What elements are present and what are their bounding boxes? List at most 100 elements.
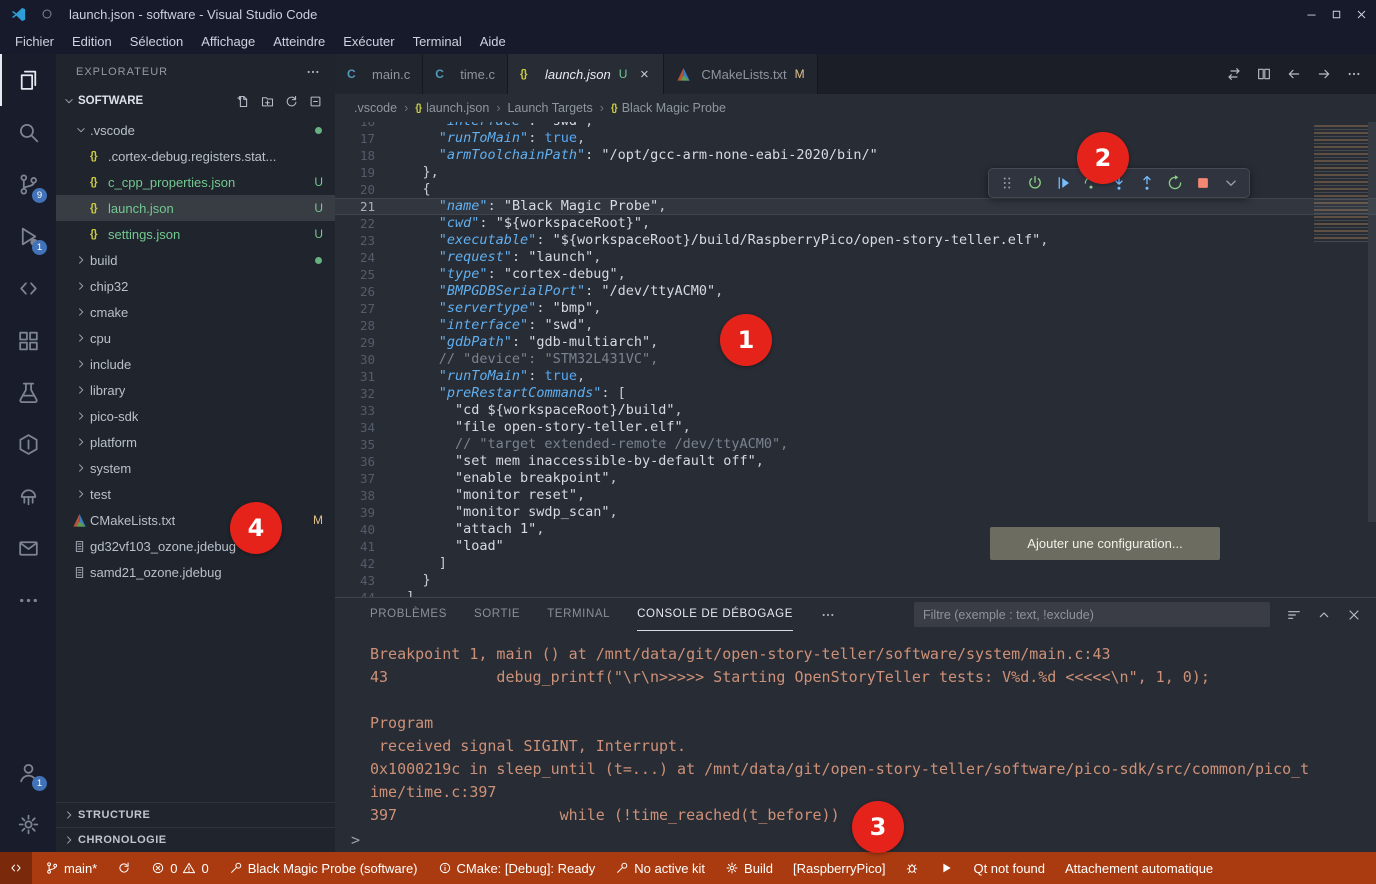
output-options-icon[interactable] [1286, 607, 1302, 623]
tree-item-chip32[interactable]: chip32 [56, 273, 335, 299]
menu-aide[interactable]: Aide [471, 34, 515, 49]
status-auto-attach[interactable]: Attachement automatique [1055, 852, 1223, 884]
more-panel-tabs-icon[interactable] [820, 607, 836, 623]
menu-fichier[interactable]: Fichier [6, 34, 63, 49]
reset-button[interactable] [1022, 170, 1048, 196]
tree-item-c-cpp-properties-json[interactable]: {}c_cpp_properties.jsonU [56, 169, 335, 195]
menu-edition[interactable]: Edition [63, 34, 121, 49]
activity-run-and-debug[interactable]: 1 [0, 210, 56, 262]
minimize-button[interactable] [1299, 0, 1324, 28]
tree-item-platform[interactable]: platform [56, 429, 335, 455]
tree-item-gd32vf103-ozone-jdebug[interactable]: gd32vf103_ozone.jdebug [56, 533, 335, 559]
tree-item-cmake[interactable]: cmake [56, 299, 335, 325]
activity-manage[interactable] [0, 798, 56, 850]
menu-atteindre[interactable]: Atteindre [264, 34, 334, 49]
tree-item-pico-sdk[interactable]: pico-sdk [56, 403, 335, 429]
menu-s-lection[interactable]: Sélection [121, 34, 192, 49]
toggle-layout-icon[interactable] [1226, 66, 1242, 82]
panel-tab-console-de-d-bogage[interactable]: CONSOLE DE DÉBOGAGE [637, 598, 793, 631]
activity-remote-explorer[interactable] [0, 262, 56, 314]
breadcrumb-item-black-magic-probe[interactable]: {}Black Magic Probe [611, 101, 726, 115]
panel-tab-terminal[interactable]: TERMINAL [547, 598, 610, 631]
status-run-target[interactable] [929, 852, 963, 884]
split-editor-icon[interactable] [1256, 66, 1272, 82]
breadcrumb-item-vscode[interactable]: .vscode [354, 101, 397, 115]
stop-button[interactable] [1190, 170, 1216, 196]
close-icon[interactable]: × [637, 66, 651, 83]
tree-item-cortex-debug-registers-stat[interactable]: {}.cortex-debug.registers.stat... [56, 143, 335, 169]
status-debug-target[interactable] [895, 852, 929, 884]
activity-extension-view-a[interactable] [0, 418, 56, 470]
tree-item-cpu[interactable]: cpu [56, 325, 335, 351]
close-panel-icon[interactable] [1346, 607, 1362, 623]
breadcrumb-item-launch-targets[interactable]: Launch Targets [507, 101, 592, 115]
new-file-icon[interactable] [236, 94, 251, 109]
collapse-all-icon[interactable] [308, 94, 323, 109]
status-cmake-status[interactable]: CMake: [Debug]: Ready [428, 852, 606, 884]
tree-item-settings-json[interactable]: {}settings.jsonU [56, 221, 335, 247]
status-git-branch[interactable]: main* [35, 852, 107, 884]
menu-ex-cuter[interactable]: Exécuter [334, 34, 403, 49]
activity-extensions[interactable] [0, 314, 56, 366]
filter-input[interactable] [914, 602, 1270, 627]
close-window-button[interactable] [1349, 0, 1374, 28]
status-cmake-kit[interactable]: No active kit [605, 852, 715, 884]
tree-item-library[interactable]: library [56, 377, 335, 403]
tree-item-include[interactable]: include [56, 351, 335, 377]
code-editor[interactable]: 16 "interface": "swd",17 "runToMain": tr… [335, 122, 1376, 597]
minimap[interactable] [1314, 122, 1368, 597]
section-structure[interactable]: STRUCTURE [56, 802, 335, 827]
status-debug-configuration[interactable]: Black Magic Probe (software) [219, 852, 428, 884]
tree-item-system[interactable]: system [56, 455, 335, 481]
activity-accounts[interactable]: 1 [0, 746, 56, 798]
more-debug-button[interactable] [1218, 170, 1244, 196]
status-remote-indicator[interactable] [0, 852, 32, 884]
tab-main-c[interactable]: Cmain.c [335, 54, 423, 94]
more-actions-icon[interactable] [305, 64, 321, 80]
maximize-button[interactable] [1324, 0, 1349, 28]
menu-affichage[interactable]: Affichage [192, 34, 264, 49]
status-launch-target[interactable]: [RaspberryPico] [783, 852, 895, 884]
tree-item-vscode[interactable]: .vscode [56, 117, 335, 143]
activity-extension-view-b[interactable] [0, 470, 56, 522]
add-configuration-button[interactable]: Ajouter une configuration... [990, 527, 1220, 560]
section-header-software[interactable]: SOFTWARE [56, 89, 335, 113]
tree-item-cmakelists-txt[interactable]: CMakeLists.txtM [56, 507, 335, 533]
panel-tab-probl-mes[interactable]: PROBLÈMES [370, 598, 447, 631]
activity-source-control[interactable]: 9 [0, 158, 56, 210]
continue-button[interactable] [1050, 170, 1076, 196]
refresh-icon[interactable] [284, 94, 299, 109]
step-out-button[interactable] [1134, 170, 1160, 196]
tree-item-label: cpu [90, 331, 111, 346]
tab-time-c[interactable]: Ctime.c [423, 54, 508, 94]
activity-explorer[interactable] [0, 54, 56, 106]
status-qt-status[interactable]: Qt not found [963, 852, 1055, 884]
tab-cmakelists-txt[interactable]: CMakeLists.txtM [664, 54, 817, 94]
activity-search[interactable] [0, 106, 56, 158]
status-git-sync[interactable] [107, 852, 141, 884]
menu-terminal[interactable]: Terminal [404, 34, 471, 49]
editor-scrollbar[interactable] [1368, 122, 1376, 597]
tab-launch-json[interactable]: {}launch.jsonU× [508, 54, 664, 94]
tree-item-build[interactable]: build [56, 247, 335, 273]
status-problems[interactable]: 00 [141, 852, 218, 884]
breadcrumb-item-launch-json[interactable]: {}launch.json [415, 101, 489, 115]
more-editor-actions-icon[interactable] [1346, 66, 1362, 82]
go-back-icon[interactable] [1286, 66, 1302, 82]
console-prompt[interactable]: > [351, 831, 360, 849]
tree-item-samd21-ozone-jdebug[interactable]: samd21_ozone.jdebug [56, 559, 335, 585]
tree-item-test[interactable]: test [56, 481, 335, 507]
go-forward-icon[interactable] [1316, 66, 1332, 82]
restart-button[interactable] [1162, 170, 1188, 196]
activity-testing[interactable] [0, 366, 56, 418]
section-chronologie[interactable]: CHRONOLOGIE [56, 827, 335, 852]
panel-tab-sortie[interactable]: SORTIE [474, 598, 520, 631]
tree-item-launch-json[interactable]: {}launch.jsonU [56, 195, 335, 221]
activity-extension-view-c[interactable] [0, 522, 56, 574]
new-folder-icon[interactable] [260, 94, 275, 109]
maximize-panel-icon[interactable] [1316, 607, 1332, 623]
drag-handle-button[interactable] [994, 170, 1020, 196]
status-cmake-build[interactable]: Build [715, 852, 783, 884]
status-bar-left: main* 00Black Magic Probe (software)CMake… [0, 852, 1223, 884]
activity-additional-views[interactable] [0, 574, 56, 626]
